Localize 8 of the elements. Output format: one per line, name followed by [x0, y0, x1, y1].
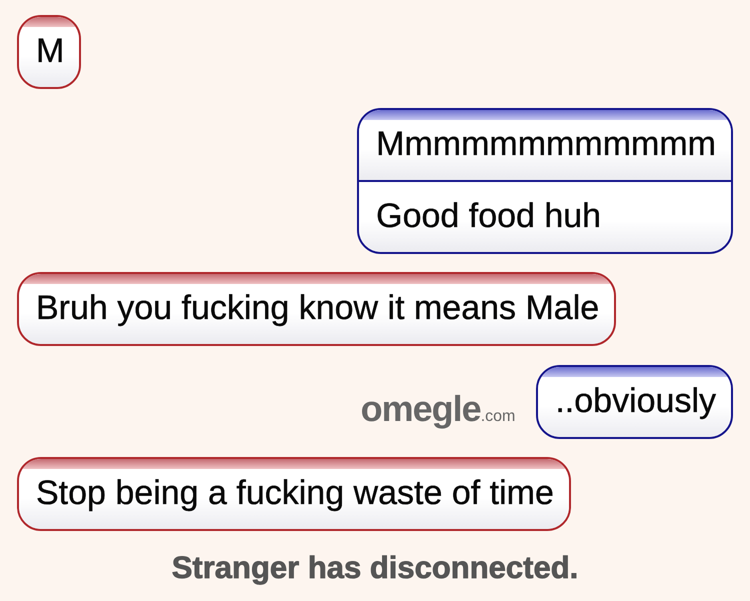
message-text: M — [36, 32, 64, 72]
message-text: Bruh you fucking know it means Male — [36, 289, 600, 329]
logo: omegle.com — [360, 388, 516, 431]
message-text: Mmmmmmmmmmmm — [376, 124, 716, 164]
message-text: Good food huh — [376, 196, 602, 236]
message-text: ..obviously — [555, 382, 716, 422]
message-text: Stop being a fucking waste of time — [36, 474, 554, 514]
status-message: Stranger has disconnected. — [172, 550, 578, 586]
